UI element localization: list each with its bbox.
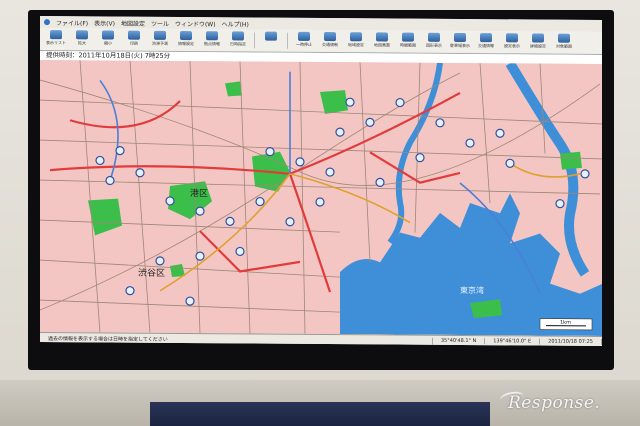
toolbar-button-8[interactable] (259, 31, 283, 50)
map-screen-icon (376, 32, 388, 42)
toolbar-button-label: 縮小 (104, 40, 112, 46)
parking-icon (454, 32, 466, 43)
toolbar-button-label: 地図画面 (374, 42, 390, 48)
details-icon (532, 33, 544, 43)
status-lon: 139°46'10.0" E (485, 338, 541, 345)
watermark: Response. (508, 393, 601, 413)
toolbar-button-label: 日時指定 (230, 41, 246, 47)
menu-window[interactable]: ウィンドウ(W) (175, 18, 216, 27)
toolbar-button-14[interactable]: 図形表示 (422, 32, 446, 51)
toolbar-button-12[interactable]: 地図画面 (370, 32, 394, 50)
status-lat: 35°40'48.1" N (432, 337, 486, 345)
menu-file[interactable]: ファイル(F) (56, 18, 88, 27)
toolbar-button-label: 図形表示 (426, 42, 442, 48)
status-timestamp: 2011/10/18 07:25 (540, 338, 602, 345)
menu-help[interactable]: ヘルプ(H) (222, 19, 249, 28)
toolbar-button-5[interactable]: 情報設定 (174, 31, 198, 49)
traffic-info-icon (480, 33, 492, 43)
calendar-icon (232, 31, 244, 41)
toolbar-button-16[interactable]: 交通情報 (474, 33, 498, 51)
shape-icon (428, 32, 440, 42)
app-icon (44, 19, 50, 26)
label-bay: 東京湾 (460, 285, 484, 295)
app-window: ファイル(F) 表示(V) 地図設定 ツール ウィンドウ(W) ヘルプ(H) 表… (40, 16, 602, 346)
monitor-stand (150, 402, 490, 426)
menu-tools[interactable]: ツール (151, 18, 169, 27)
toolbar-button-label: 地域設定 (348, 42, 364, 48)
toolbar-button-label: 交通情報 (478, 43, 494, 49)
toolbar-button-label: 情報設定 (178, 41, 194, 47)
traffic-forecast-icon (154, 30, 166, 40)
site-info-icon (206, 31, 218, 41)
toolbar-button-label: 渋滞予測 (152, 40, 168, 46)
park-small-4 (560, 151, 582, 170)
menu-view[interactable]: 表示(V) (94, 18, 115, 27)
toolbar-button-label: 拡大 (78, 40, 86, 46)
zoom-out-icon (102, 30, 114, 40)
time-range-icon (402, 32, 414, 42)
blank-icon (265, 31, 277, 41)
toolbar-button-10[interactable]: 交通規制 (318, 32, 342, 50)
print-icon (128, 30, 140, 40)
toolbar-button-11[interactable]: 地域設定 (344, 32, 368, 50)
traffic-map[interactable]: 渋谷区 港区 東京湾 1km (40, 60, 602, 336)
toolbar-button-label: 一時停止 (296, 41, 312, 47)
toolbar-button-13[interactable]: 時間範囲 (396, 32, 420, 51)
toolbar-button-15[interactable]: 駐車場表示 (448, 32, 472, 51)
scale-bar: 1km (539, 318, 593, 331)
scale-label: 1km (560, 320, 571, 326)
toolbar-button-2[interactable]: 縮小 (96, 30, 120, 48)
toolbar-button-label: 拠点情報 (204, 41, 220, 47)
toolbar-button-18[interactable]: 詳細設定 (526, 33, 550, 51)
range-icon (558, 33, 570, 43)
region-icon (350, 32, 362, 42)
list-icon (50, 30, 62, 40)
pause-icon (298, 31, 310, 41)
zoom-in-icon (76, 30, 88, 40)
toolbar-button-0[interactable]: 表示リスト (44, 30, 68, 48)
toolbar-button-label: 詳細設定 (530, 43, 546, 49)
toolbar-button-9[interactable]: 一時停止 (292, 31, 316, 50)
settings-icon (506, 33, 518, 43)
toolbar-button-6[interactable]: 拠点情報 (200, 31, 224, 49)
toolbar-button-label: 交通規制 (322, 42, 338, 48)
toolbar-button-label: 対象範囲 (556, 43, 572, 49)
toolbar-button-label: 設定表示 (504, 43, 520, 49)
label-shibuya: 渋谷区 (138, 267, 165, 279)
toolbar-separator (254, 32, 255, 49)
info-settings-icon (180, 31, 192, 41)
regulation-icon (324, 32, 336, 42)
toolbar-button-label: 印刷 (130, 40, 138, 46)
map-canvas[interactable]: 渋谷区 港区 東京湾 1km (40, 60, 602, 336)
toolbar-button-17[interactable]: 設定表示 (500, 33, 524, 51)
park-small-1 (225, 81, 242, 97)
label-minato: 港区 (190, 187, 208, 199)
toolbar-button-4[interactable]: 渋滞予測 (148, 30, 172, 49)
toolbar-button-3[interactable]: 印刷 (122, 30, 146, 49)
toolbar-separator (287, 32, 288, 49)
toolbar-button-label: 時間範囲 (400, 42, 416, 48)
toolbar-button-1[interactable]: 拡大 (70, 30, 94, 48)
toolbar-button-19[interactable]: 対象範囲 (552, 33, 576, 52)
toolbar-button-label: 駐車場表示 (450, 42, 470, 49)
toolbar-button-label: 表示リスト (46, 40, 66, 46)
menu-map-settings[interactable]: 地図設定 (121, 18, 145, 27)
toolbar-button-7[interactable]: 日時指定 (226, 31, 250, 49)
